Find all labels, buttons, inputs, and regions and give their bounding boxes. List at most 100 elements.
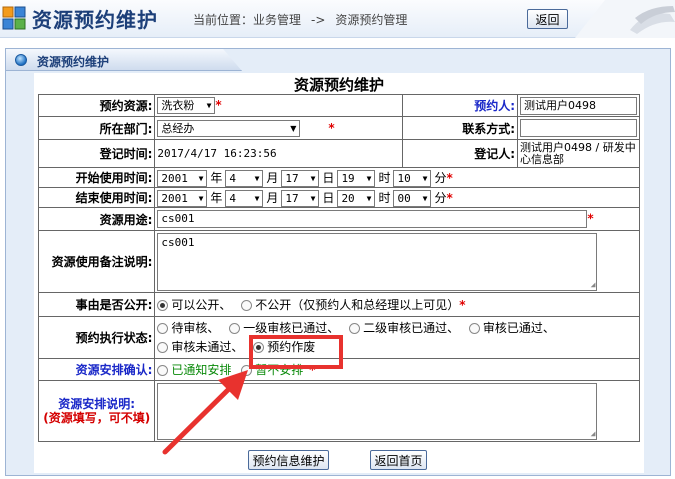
public-label: 事由是否公开: xyxy=(37,292,156,317)
status-option-void[interactable]: 预约作废 xyxy=(253,340,315,354)
status-option-level1[interactable]: 一级审核已通过、 xyxy=(229,321,339,335)
top-header: 资源预约维护 当前位置：业务管理 -> 资源预约管理 返回 xyxy=(0,0,675,38)
radio-icon[interactable] xyxy=(241,300,253,311)
return-home-button[interactable]: 返回首页 xyxy=(370,450,427,470)
end-time-label: 结束使用时间: xyxy=(37,187,156,208)
table-row: 登记时间: 2017/4/17 16:23:56 登记人: 测试用户0498 /… xyxy=(37,139,640,168)
radio-icon[interactable] xyxy=(157,341,169,353)
public-option-yes[interactable]: 可以公开、 xyxy=(157,298,231,312)
chevron-down-icon: ▼ xyxy=(366,193,372,203)
start-year-select[interactable]: 2001 ▼ xyxy=(157,169,208,187)
arrange-option-not-now[interactable]: 暂不安排 xyxy=(241,363,303,377)
month-unit: 月 xyxy=(266,190,279,205)
table-row: 结束使用时间: 2001 ▼ 年 4 ▼ 月 17 ▼ 日 20 ▼ 时 00 ▼ 分* xyxy=(37,187,640,208)
radio-icon[interactable] xyxy=(157,322,169,334)
panel-tab: 资源预约维护 xyxy=(6,49,242,71)
breadcrumb: 当前位置：业务管理 -> 资源预约管理 xyxy=(193,11,407,28)
end-hour-select[interactable]: 20 ▼ xyxy=(337,189,376,207)
table-row: 资源使用备注说明: cs001 ◢ xyxy=(37,230,640,293)
start-minute-select[interactable]: 10 ▼ xyxy=(393,169,432,187)
end-day-select[interactable]: 17 ▼ xyxy=(281,189,320,207)
radio-icon[interactable] xyxy=(241,365,253,376)
form-title: 资源预约维护 xyxy=(293,76,384,94)
purpose-label: 资源用途: xyxy=(37,207,156,231)
start-time-label: 开始使用时间: xyxy=(37,167,156,188)
save-booking-button[interactable]: 预约信息维护 xyxy=(248,450,329,470)
breadcrumb-prefix: 当前位置： xyxy=(193,13,254,27)
table-row: 资源安排确认: 已通知安排 暂不安排 * xyxy=(37,358,640,381)
radio-checked-icon[interactable] xyxy=(157,300,169,311)
required-mark: * xyxy=(446,190,453,205)
required-mark: * xyxy=(587,211,594,226)
table-row: 预约执行状态: 待审核、 一级审核已通过、 二级审核已通过、 审核已通过、 审核… xyxy=(37,316,640,359)
back-button[interactable]: 返回 xyxy=(527,9,568,29)
table-row: 预约资源: 洗衣粉 ▼ * 预约人: 测试用户0498 xyxy=(37,94,640,117)
arrange-note-textarea[interactable]: ◢ xyxy=(157,382,598,440)
booker-field[interactable]: 测试用户0498 xyxy=(520,96,637,115)
panel-tab-label: 资源预约维护 xyxy=(37,55,110,69)
chevron-down-icon: ▼ xyxy=(310,193,316,203)
minute-unit: 分 xyxy=(434,170,447,185)
end-month-select[interactable]: 4 ▼ xyxy=(225,189,264,207)
public-option-no[interactable]: 不公开（仅预约人和总经理以上可见） xyxy=(241,298,459,312)
form-container: 资源预约维护 预约资源: 洗衣粉▼ * 预约人: 测试用户0498 所在部门: xyxy=(34,73,644,473)
radio-icon[interactable] xyxy=(229,322,241,334)
table-row: 开始使用时间: 2001 ▼ 年 4 ▼ 月 17 ▼ 日 19 ▼ 时 10 ▼ 分* xyxy=(37,167,640,188)
day-unit: 日 xyxy=(322,170,335,185)
table-row: 资源安排说明: (资源填写，可不填) ◢ xyxy=(37,380,640,442)
resource-select[interactable]: 洗衣粉 ▼ xyxy=(157,97,216,114)
radio-icon[interactable] xyxy=(468,322,480,334)
reg-time-value: 2017/4/17 16:23:56 xyxy=(154,139,403,168)
booking-form-table: 预约资源: 洗衣粉 ▼ * 预约人: 测试用户0498 所在部门: 总经办 ▼ * xyxy=(37,94,640,442)
resize-grip-icon[interactable]: ◢ xyxy=(591,429,596,438)
dept-select[interactable]: 总经办 ▼ xyxy=(157,119,301,137)
app-logo-icon xyxy=(2,6,26,30)
chevron-down-icon: ▼ xyxy=(198,173,204,183)
start-month-select[interactable]: 4 ▼ xyxy=(225,169,264,187)
remark-label: 资源使用备注说明: xyxy=(37,230,156,293)
chevron-down-icon: ▼ xyxy=(254,193,260,203)
status-label: 预约执行状态: xyxy=(37,316,156,359)
table-row: 资源用途: cs001 * xyxy=(37,207,640,231)
year-unit: 年 xyxy=(210,170,223,185)
minute-unit: 分 xyxy=(434,190,447,205)
table-row: 事由是否公开: 可以公开、 不公开（仅预约人和总经理以上可见）* xyxy=(37,292,640,317)
chevron-down-icon: ▼ xyxy=(422,193,428,203)
radio-icon[interactable] xyxy=(157,365,169,376)
handshake-decoration-icon xyxy=(575,0,675,38)
arrange-option-notified[interactable]: 已通知安排 xyxy=(157,363,231,377)
reg-time-label: 登记时间: xyxy=(37,139,156,168)
status-option-approved[interactable]: 审核已通过、 xyxy=(468,321,555,335)
dept-label: 所在部门: xyxy=(37,116,156,140)
month-unit: 月 xyxy=(266,170,279,185)
arrange-note-hint: (资源填写，可不填) xyxy=(43,411,151,425)
status-option-rejected[interactable]: 审核未通过、 xyxy=(157,340,243,354)
day-unit: 日 xyxy=(322,190,335,205)
remark-textarea[interactable]: cs001 ◢ xyxy=(157,232,598,291)
panel-globe-icon xyxy=(15,54,27,66)
status-option-pending[interactable]: 待审核、 xyxy=(157,321,219,335)
start-day-select[interactable]: 17 ▼ xyxy=(281,169,320,187)
start-hour-select[interactable]: 19 ▼ xyxy=(337,169,376,187)
breadcrumb-current: 资源预约管理 xyxy=(335,13,408,27)
purpose-field[interactable]: cs001 xyxy=(157,210,588,228)
radio-icon[interactable] xyxy=(349,322,361,334)
arrange-label: 资源安排确认: xyxy=(37,358,156,381)
status-option-level2[interactable]: 二级审核已通过、 xyxy=(349,321,459,335)
resize-grip-icon[interactable]: ◢ xyxy=(591,280,596,289)
booker-label: 预约人: xyxy=(401,94,519,117)
chevron-down-icon: ▼ xyxy=(198,193,204,203)
contact-field[interactable] xyxy=(520,119,637,137)
end-minute-select[interactable]: 00 ▼ xyxy=(393,189,432,207)
registrar-value: 测试用户0498 / 研发中心信息部 xyxy=(517,139,640,168)
arrange-note-label-cell: 资源安排说明: (资源填写，可不填) xyxy=(37,380,156,442)
required-mark: * xyxy=(446,170,453,185)
required-mark: * xyxy=(459,298,466,312)
radio-checked-icon[interactable] xyxy=(253,341,265,353)
hour-unit: 时 xyxy=(378,170,391,185)
chevron-down-icon: ▼ xyxy=(254,173,260,183)
required-mark: * xyxy=(309,363,316,377)
chevron-down-icon: ▼ xyxy=(366,173,372,183)
end-year-select[interactable]: 2001 ▼ xyxy=(157,189,208,207)
arrange-note-label: 资源安排说明: xyxy=(58,397,136,411)
